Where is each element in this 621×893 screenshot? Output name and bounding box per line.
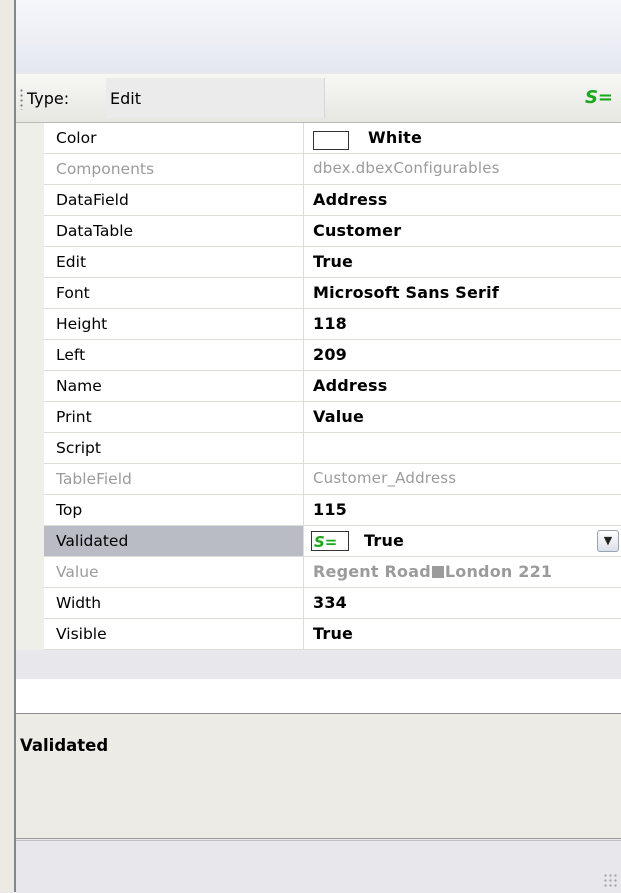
- row-gutter: [16, 619, 44, 650]
- property-value[interactable]: Address: [304, 185, 621, 216]
- row-gutter: [16, 123, 44, 154]
- type-toolbar: Type: Edit S=: [16, 74, 621, 123]
- property-value[interactable]: Address: [304, 371, 621, 402]
- property-row-name[interactable]: Name Address: [16, 371, 621, 402]
- status-bar: [16, 840, 621, 893]
- property-name: Print: [44, 402, 304, 433]
- property-row-color[interactable]: Color White: [16, 123, 621, 154]
- property-value: Customer_Address: [304, 464, 621, 495]
- property-row-font[interactable]: Font Microsoft Sans Serif: [16, 278, 621, 309]
- row-gutter: [16, 154, 44, 185]
- toolbar-grip-handle[interactable]: [20, 88, 23, 110]
- property-value[interactable]: Microsoft Sans Serif: [304, 278, 621, 309]
- resize-grip-icon[interactable]: [603, 873, 617, 887]
- property-name: Value: [44, 557, 304, 588]
- row-gutter: [16, 371, 44, 402]
- property-row-width[interactable]: Width 334: [16, 588, 621, 619]
- type-label: Type:: [27, 89, 70, 108]
- property-name: Font: [44, 278, 304, 309]
- row-gutter: [16, 464, 44, 495]
- script-icon[interactable]: S=: [585, 87, 613, 108]
- property-value[interactable]: True: [304, 247, 621, 278]
- chevron-down-icon[interactable]: ▼: [597, 530, 619, 552]
- property-row-height[interactable]: Height 118: [16, 309, 621, 340]
- property-name: DataField: [44, 185, 304, 216]
- property-value: Regent Road London 221: [304, 557, 621, 588]
- row-gutter: [16, 402, 44, 433]
- property-row-script[interactable]: Script: [16, 433, 621, 464]
- property-value[interactable]: Value: [304, 402, 621, 433]
- property-name: Color: [44, 123, 304, 154]
- property-name: Width: [44, 588, 304, 619]
- row-gutter: [16, 247, 44, 278]
- property-name: Edit: [44, 247, 304, 278]
- row-gutter: [16, 340, 44, 371]
- property-name: Top: [44, 495, 304, 526]
- property-value[interactable]: True: [304, 619, 621, 650]
- row-gutter: [16, 278, 44, 309]
- row-gutter: [16, 588, 44, 619]
- property-value[interactable]: 118: [304, 309, 621, 340]
- property-value: dbex.dbexConfigurables: [304, 154, 621, 185]
- color-swatch: [313, 131, 349, 150]
- property-name: Visible: [44, 619, 304, 650]
- property-name: Height: [44, 309, 304, 340]
- property-name: Validated: [44, 526, 304, 557]
- row-gutter: [16, 309, 44, 340]
- row-gutter: [16, 185, 44, 216]
- row-gutter: [16, 526, 44, 557]
- property-value[interactable]: 209: [304, 340, 621, 371]
- property-name: Left: [44, 340, 304, 371]
- row-gutter: [16, 495, 44, 526]
- newline-glyph-icon: [431, 566, 444, 578]
- row-gutter: [16, 557, 44, 588]
- value-text-part2: London 221: [444, 562, 553, 581]
- value-text-part1: Regent Road: [313, 562, 431, 581]
- property-row-datafield[interactable]: DataField Address: [16, 185, 621, 216]
- property-name: Components: [44, 154, 304, 185]
- property-row-edit[interactable]: Edit True: [16, 247, 621, 278]
- property-name: Script: [44, 433, 304, 464]
- property-value[interactable]: White: [304, 123, 621, 154]
- script-icon: S=: [311, 531, 349, 551]
- property-row-components: Components dbex.dbexConfigurables: [16, 154, 621, 185]
- property-value[interactable]: 334: [304, 588, 621, 619]
- property-row-value: Value Regent Road London 221: [16, 557, 621, 588]
- left-window-border: [0, 0, 16, 892]
- property-value[interactable]: Customer: [304, 216, 621, 247]
- row-gutter: [16, 433, 44, 464]
- property-name: DataTable: [44, 216, 304, 247]
- description-title: Validated: [20, 736, 109, 755]
- description-pane: Validated: [16, 714, 621, 839]
- property-name: TableField: [44, 464, 304, 495]
- row-gutter: [16, 216, 44, 247]
- property-value[interactable]: S= True ▼: [304, 526, 621, 557]
- property-row-tablefield: TableField Customer_Address: [16, 464, 621, 495]
- property-row-print[interactable]: Print Value: [16, 402, 621, 433]
- type-selector[interactable]: Edit: [106, 78, 325, 118]
- property-value[interactable]: [304, 433, 621, 464]
- property-row-visible[interactable]: Visible True: [16, 619, 621, 650]
- type-value: Edit: [110, 89, 141, 108]
- property-row-top[interactable]: Top 115: [16, 495, 621, 526]
- top-panel: [16, 0, 621, 72]
- property-value[interactable]: 115: [304, 495, 621, 526]
- property-row-validated[interactable]: Validated S= True ▼: [16, 526, 621, 557]
- property-row-datatable[interactable]: DataTable Customer: [16, 216, 621, 247]
- property-row-left[interactable]: Left 209: [16, 340, 621, 371]
- property-grid-empty-area: [16, 679, 621, 714]
- property-name: Name: [44, 371, 304, 402]
- property-grid: Color White Components dbex.dbexConfigur…: [16, 123, 621, 650]
